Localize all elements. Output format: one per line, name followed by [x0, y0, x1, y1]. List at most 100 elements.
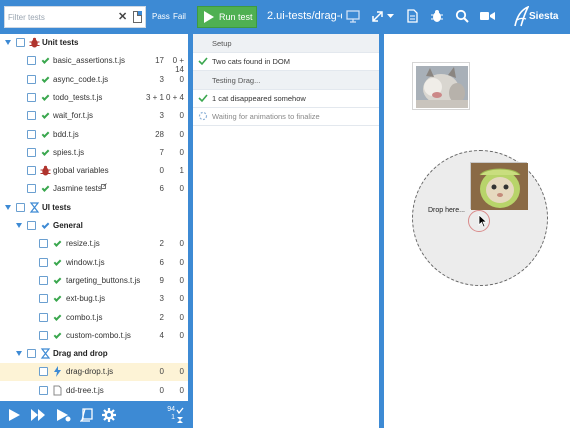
expand-arrow-icon[interactable] — [16, 351, 22, 357]
tree-row[interactable]: drag-drop.t.js 0 0 — [0, 363, 188, 382]
tree-row[interactable]: targeting_buttons.t.js 9 0 — [0, 272, 188, 290]
run-failed-icon[interactable] — [56, 408, 72, 423]
external-link-icon[interactable] — [101, 183, 107, 190]
assertion-row[interactable]: 1 cat disappeared somehow — [193, 89, 379, 108]
tree-row[interactable]: async_code.t.js 3 0 — [0, 71, 188, 89]
cat-image-2[interactable] — [470, 162, 528, 210]
row-checkbox[interactable] — [39, 239, 48, 249]
cat-image-1[interactable] — [412, 62, 470, 110]
passed-count: 4 — [159, 330, 164, 340]
passed-count: 28 — [155, 129, 164, 139]
row-name: bdd.t.js — [53, 129, 79, 139]
tree-group[interactable]: Drag and drop — [0, 345, 188, 363]
row-checkbox[interactable] — [39, 312, 48, 322]
tree-row[interactable]: global variables 0 1 — [0, 162, 188, 180]
expand-arrow-icon[interactable] — [16, 223, 22, 228]
siesta-logo: Siesta — [513, 6, 567, 28]
row-checkbox[interactable] — [27, 129, 36, 139]
tree-row[interactable]: resize.t.js 2 0 — [0, 235, 188, 253]
dropdown-icon[interactable] — [387, 14, 394, 19]
passed-count: 9 — [159, 275, 164, 285]
spinner-icon — [198, 112, 208, 121]
row-name: dd-tree.t.js — [66, 385, 104, 395]
expand-arrow-icon[interactable] — [5, 204, 11, 210]
tree-group[interactable]: Unit tests — [0, 34, 188, 52]
tree-row[interactable]: window.t.js 6 0 — [0, 254, 188, 272]
row-checkbox[interactable] — [16, 202, 25, 212]
video-icon[interactable] — [480, 11, 495, 21]
file-icon[interactable] — [407, 9, 418, 23]
tree-row[interactable]: ext-bug.t.js 3 0 — [0, 290, 188, 308]
failed-count: 0 — [179, 367, 184, 377]
passed-count: 7 — [159, 147, 164, 157]
row-checkbox[interactable] — [39, 257, 48, 267]
bug-icon[interactable] — [430, 9, 444, 23]
expand-arrow-icon[interactable] — [5, 40, 11, 45]
assertion-group-header[interactable]: Testing Drag... — [193, 70, 379, 90]
row-name: Drag and drop — [53, 349, 108, 359]
tree-row[interactable]: dd-tree.t.js 0 0 — [0, 382, 188, 400]
document-icon[interactable] — [133, 11, 142, 23]
run-test-button[interactable]: Run test — [197, 6, 257, 28]
tree-row[interactable]: bdd.t.js 28 0 — [0, 126, 188, 144]
check-icon — [40, 183, 51, 194]
pass-check-icon — [176, 407, 184, 414]
tree-row[interactable]: Jasmine tests 6 0 — [0, 180, 188, 198]
tree-row[interactable]: wait_for.t.js 3 0 — [0, 107, 188, 125]
row-checkbox[interactable] — [27, 349, 36, 359]
row-checkbox[interactable] — [27, 166, 36, 176]
row-checkbox[interactable] — [39, 294, 48, 304]
tree-row[interactable]: combo.t.js 2 0 — [0, 309, 188, 327]
row-checkbox[interactable] — [27, 92, 36, 102]
book-icon[interactable] — [80, 408, 93, 422]
row-name: drag-drop.t.js — [66, 367, 114, 377]
row-checkbox[interactable] — [27, 74, 36, 84]
assertion-text: Setup — [212, 39, 232, 48]
drop-zone-label: Drop here... — [428, 207, 465, 214]
row-checkbox[interactable] — [27, 56, 36, 66]
fail-filter-button[interactable]: Fail — [173, 12, 186, 21]
check-icon — [40, 220, 51, 231]
pass-filter-button[interactable]: Pass — [152, 12, 170, 21]
row-name: async_code.t.js — [53, 74, 109, 84]
search-icon[interactable] — [455, 9, 469, 23]
test-preview: Drop here... — [384, 34, 570, 428]
tree-row[interactable]: basic_assertions.t.js 17 0 + 14 — [0, 52, 188, 74]
row-checkbox[interactable] — [16, 38, 25, 47]
passed-count: 3 — [159, 111, 164, 121]
row-checkbox[interactable] — [27, 184, 36, 194]
assertion-row[interactable]: Waiting for animations to finalize — [193, 107, 379, 127]
hourglass-icon — [29, 202, 40, 213]
row-checkbox[interactable] — [27, 111, 36, 121]
run-all-icon[interactable] — [30, 408, 47, 422]
tree-group[interactable]: General — [0, 217, 188, 235]
assertion-group-header[interactable]: Setup — [193, 34, 379, 53]
tree-group[interactable]: UI tests — [0, 199, 188, 217]
row-checkbox[interactable] — [39, 367, 48, 377]
filter-input[interactable] — [8, 10, 112, 25]
clear-icon[interactable]: ✕ — [118, 10, 127, 25]
failed-count: 0 + 4 — [165, 92, 184, 102]
run-checked-icon[interactable] — [8, 408, 22, 422]
tree-row[interactable]: custom-combo.t.js 4 0 — [0, 327, 188, 345]
gear-icon[interactable] — [102, 408, 116, 422]
check-icon — [40, 74, 51, 85]
monitor-icon[interactable] — [346, 10, 360, 23]
row-checkbox[interactable] — [39, 385, 48, 395]
assertion-row[interactable]: Two cats found in DOM — [193, 52, 379, 72]
tree-row[interactable]: todo_tests.t.js 3 + 10 + 4 — [0, 89, 188, 107]
expand-icon[interactable] — [371, 10, 384, 23]
passed-count: 6 — [159, 184, 164, 194]
summary-counts: 94 1 — [165, 406, 175, 422]
tree-row[interactable]: spies.t.js 7 0 — [0, 144, 188, 162]
row-checkbox[interactable] — [27, 147, 36, 157]
row-name: wait_for.t.js — [53, 111, 94, 121]
row-checkbox[interactable] — [39, 330, 48, 340]
row-checkbox[interactable] — [27, 221, 36, 230]
check-icon — [40, 110, 51, 121]
row-checkbox[interactable] — [39, 275, 48, 285]
failed-count: 0 — [179, 330, 184, 340]
check-icon — [52, 275, 63, 286]
passed-count: 6 — [159, 257, 164, 267]
row-name: Jasmine tests — [53, 184, 102, 194]
